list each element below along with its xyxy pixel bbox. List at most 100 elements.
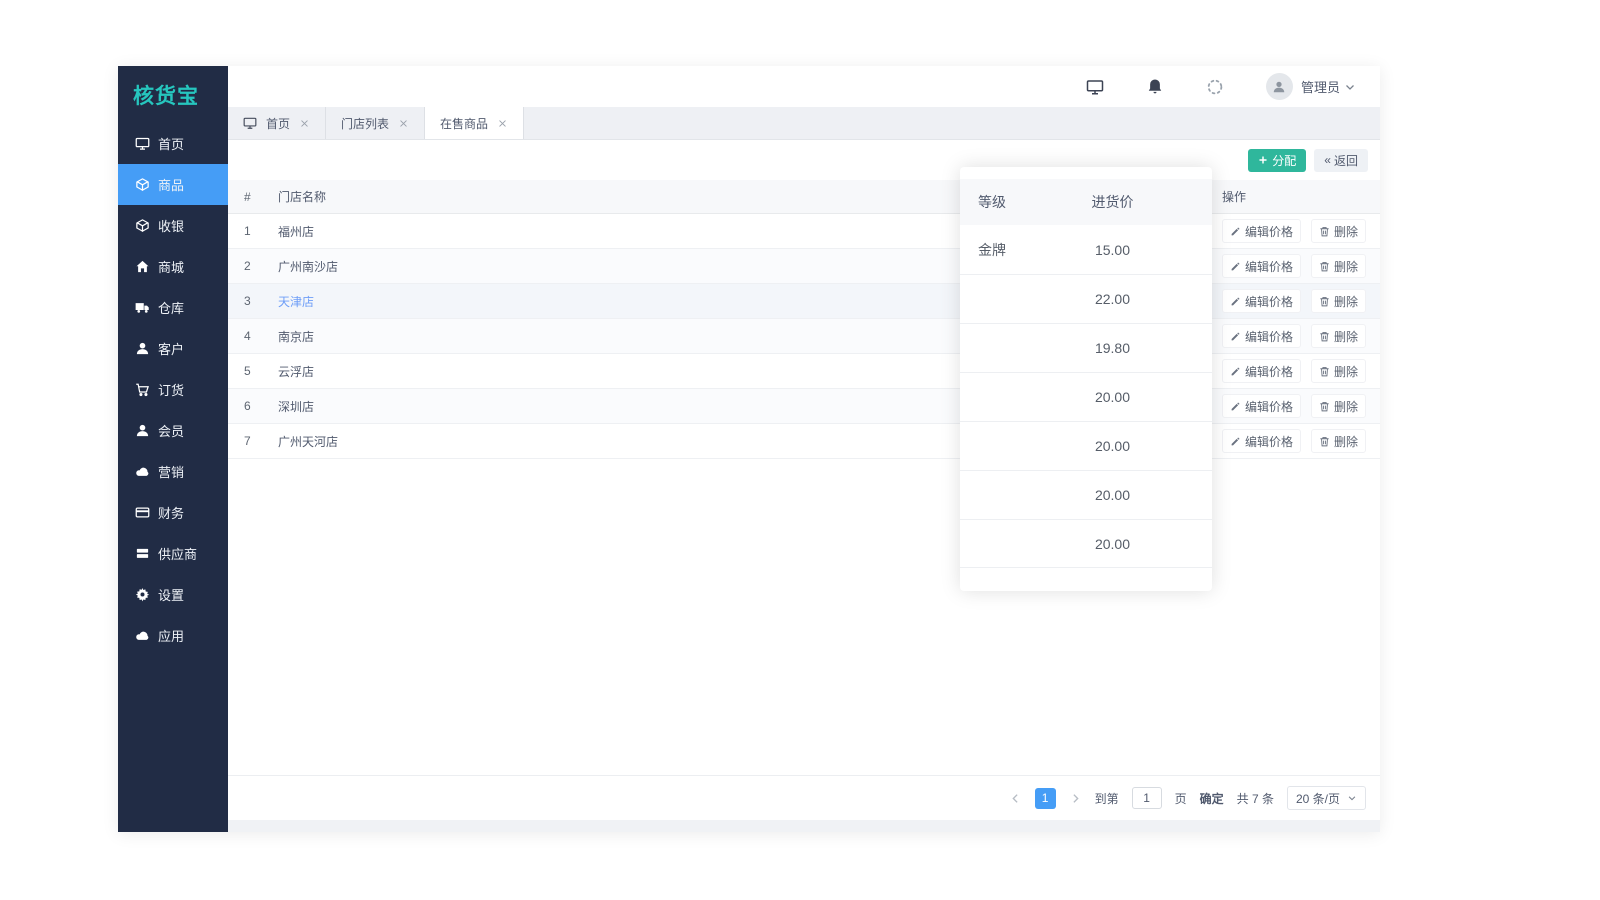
page-unit-label: 页 [1175,790,1187,807]
sidebar-item-label: 商城 [158,257,184,276]
price-level-row: 金牌15.00 [960,225,1212,274]
edit-price-button[interactable]: 编辑价格 [1222,324,1301,348]
prev-page-button[interactable] [1009,792,1022,805]
trash-icon [1319,366,1330,377]
tab-label: 在售商品 [440,115,488,132]
delete-label: 删除 [1334,433,1358,450]
total-count-label: 共 7 条 [1237,790,1274,807]
assign-button-label: 分配 [1272,152,1296,169]
user-menu[interactable]: 管理员 [1301,77,1340,96]
trash-icon [1319,401,1330,412]
delete-button[interactable]: 删除 [1311,429,1366,453]
sidebar-item-label: 收银 [158,216,184,235]
sidebar-item-label: 设置 [158,585,184,604]
sidebar-item-home[interactable]: 首页 [118,123,228,164]
tab-store-list[interactable]: 门店列表 [326,107,425,139]
gear-icon [135,587,150,602]
row-actions: 编辑价格 删除 [1222,219,1380,243]
row-actions: 编辑价格 删除 [1222,359,1380,383]
next-page-button[interactable] [1069,792,1082,805]
edit-price-button[interactable]: 编辑价格 [1222,254,1301,278]
sidebar-item-warehouse[interactable]: 仓库 [118,287,228,328]
edit-price-button[interactable]: 编辑价格 [1222,219,1301,243]
price-level-row: 19.80 [960,323,1212,372]
avatar[interactable] [1266,73,1293,100]
column-header-actions: 操作 [1222,188,1380,205]
purchase-price-value: 22.00 [1050,291,1175,307]
row-index: 7 [244,434,278,448]
package-icon [135,177,150,192]
delete-label: 删除 [1334,328,1358,345]
monitor-icon[interactable] [1086,78,1104,96]
goto-page-input[interactable] [1132,787,1162,809]
back-arrows-glyph: « [1324,153,1331,167]
edit-price-button[interactable]: 编辑价格 [1222,359,1301,383]
sidebar-item-label: 客户 [158,339,184,358]
row-actions: 编辑价格 删除 [1222,324,1380,348]
edit-price-button[interactable]: 编辑价格 [1222,429,1301,453]
trash-icon [1319,226,1330,237]
delete-button[interactable]: 删除 [1311,394,1366,418]
trash-icon [1319,261,1330,272]
sidebar-item-label: 首页 [158,134,184,153]
edit-price-button[interactable]: 编辑价格 [1222,394,1301,418]
edit-price-label: 编辑价格 [1245,223,1293,240]
price-level-row: 20.00 [960,470,1212,519]
tab-label: 首页 [266,115,290,132]
sidebar-item-apps[interactable]: 应用 [118,615,228,656]
row-actions: 编辑价格 删除 [1222,394,1380,418]
tab-home[interactable]: 首页 [228,107,326,139]
row-actions: 编辑价格删除 [1222,254,1380,278]
per-page-select[interactable]: 20 条/页 [1287,786,1366,810]
sidebar-item-label: 财务 [158,503,184,522]
edit-price-button[interactable]: 编辑价格 [1222,289,1301,313]
delete-button[interactable]: 删除 [1311,359,1366,383]
row-index: 6 [244,399,278,413]
avatar-user-icon [1272,80,1286,94]
purchase-price-value: 15.00 [1050,242,1175,258]
sidebar-item-mall[interactable]: 商城 [118,246,228,287]
delete-label: 删除 [1334,363,1358,380]
sidebar-item-cashier[interactable]: 收银 [118,205,228,246]
sidebar: 核货宝 首页商品收银商城仓库客户订货会员营销财务供应商设置应用 [118,66,228,832]
purchase-price-value: 20.00 [1050,487,1175,503]
sidebar-item-label: 营销 [158,462,184,481]
delete-button[interactable]: 删除 [1311,254,1366,278]
sidebar-item-supplier[interactable]: 供应商 [118,533,228,574]
app-logo: 核货宝 [118,66,228,123]
truck-icon [135,300,150,315]
delete-button[interactable]: 删除 [1311,219,1366,243]
delete-button[interactable]: 删除 [1311,289,1366,313]
user-icon [135,341,150,356]
sidebar-item-marketing[interactable]: 营销 [118,451,228,492]
sidebar-item-settings[interactable]: 设置 [118,574,228,615]
price-level-row: 20.00 [960,519,1212,568]
confirm-button[interactable]: 确定 [1200,790,1224,807]
tab-label: 门店列表 [341,115,389,132]
delete-button[interactable]: 删除 [1311,324,1366,348]
close-icon [299,118,310,129]
sidebar-item-goods[interactable]: 商品 [118,164,228,205]
tab-on-sale-goods[interactable]: 在售商品 [425,107,524,139]
edit-price-label: 编辑价格 [1245,363,1293,380]
back-button[interactable]: « 返回 [1314,149,1368,172]
sidebar-item-member[interactable]: 会员 [118,410,228,451]
row-actions: 编辑价格删除 [1222,289,1380,313]
assign-button[interactable]: 分配 [1248,149,1306,172]
chevron-down-icon[interactable] [1344,81,1356,93]
app-window: 核货宝 首页商品收银商城仓库客户订货会员营销财务供应商设置应用 管理员 首页 门店… [118,66,1380,832]
purchase-price-value: 20.00 [1050,389,1175,405]
row-index: 3 [244,294,278,308]
close-icon [497,118,508,129]
sidebar-item-order[interactable]: 订货 [118,369,228,410]
sidebar-nav: 首页商品收银商城仓库客户订货会员营销财务供应商设置应用 [118,123,228,656]
delete-label: 删除 [1334,223,1358,240]
edit-price-label: 编辑价格 [1245,398,1293,415]
price-panel-header: 等级 进货价 [960,179,1212,225]
server-icon [135,546,150,561]
spinner-icon[interactable] [1206,78,1224,96]
sidebar-item-finance[interactable]: 财务 [118,492,228,533]
page-1-button[interactable]: 1 [1035,788,1056,809]
sidebar-item-customer[interactable]: 客户 [118,328,228,369]
bell-icon[interactable] [1146,78,1164,96]
